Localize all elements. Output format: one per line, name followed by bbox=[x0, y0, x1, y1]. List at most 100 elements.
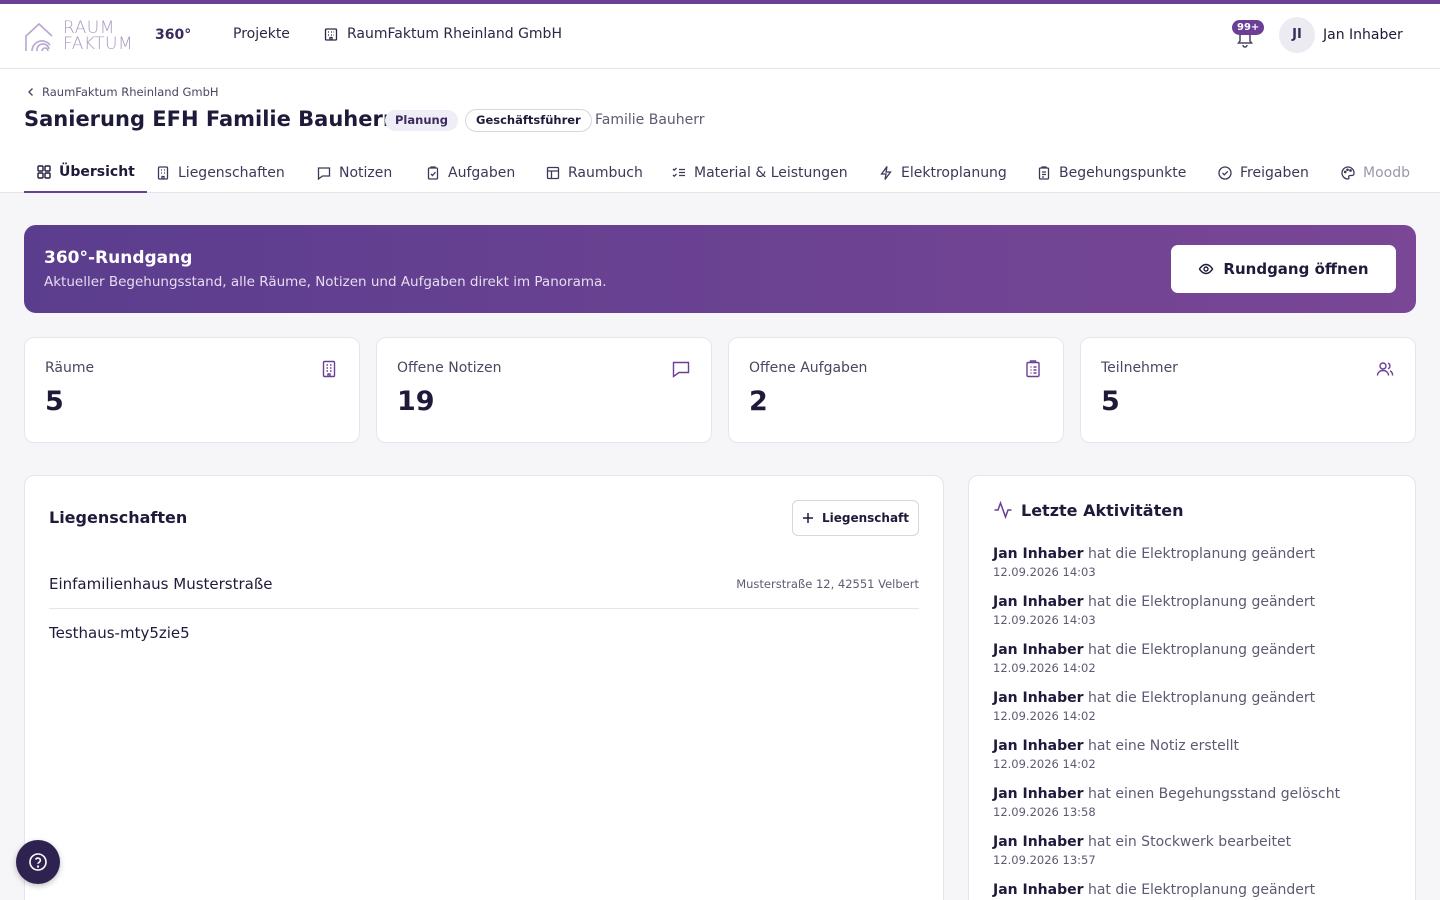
building-icon bbox=[324, 28, 338, 41]
stat-card-notizen: Offene Notizen 19 bbox=[376, 337, 712, 443]
project-tabs: Übersicht Liegenschaften Notizen Aufgabe… bbox=[24, 153, 1416, 193]
users-icon bbox=[1376, 362, 1394, 376]
activity-time: 12.09.2026 14:02 bbox=[993, 661, 1096, 675]
activity-action: hat die Elektroplanung geändert bbox=[1087, 882, 1316, 898]
tab-raumbuch[interactable]: Raumbuch bbox=[533, 153, 643, 193]
activity-item: Jan Inhaber hat ein Stockwerk bearbeitet… bbox=[993, 834, 1393, 867]
stat-card-aufgaben: Offene Aufgaben 2 bbox=[728, 337, 1064, 443]
activity-time: 12.09.2026 13:58 bbox=[993, 805, 1096, 819]
company-name: RaumFaktum Rheinland GmbH bbox=[347, 26, 562, 42]
tab-label: Begehungspunkte bbox=[1059, 165, 1187, 181]
activity-item: Jan Inhaber hat die Elektroplanung geänd… bbox=[993, 546, 1393, 579]
app-header: RAUM FAKTUM 360° Projekte RaumFaktum Rhe… bbox=[0, 4, 1440, 69]
tab-begehungspunkte[interactable]: Begehungspunkte bbox=[1024, 153, 1186, 193]
stat-value: 19 bbox=[397, 386, 435, 417]
activity-item: Jan Inhaber hat die Elektroplanung geänd… bbox=[993, 690, 1393, 723]
activity-item: Jan Inhaber hat einen Begehungsstand gel… bbox=[993, 786, 1393, 819]
properties-card: Liegenschaften Liegenschaft Einfamilienh… bbox=[24, 475, 944, 900]
breadcrumb[interactable]: RaumFaktum Rheinland GmbH bbox=[26, 85, 219, 99]
stat-label: Räume bbox=[45, 360, 95, 376]
tab-label: Freigaben bbox=[1240, 165, 1309, 181]
tour-subtitle: Aktueller Begehungsstand, alle Räume, No… bbox=[44, 274, 607, 290]
page-title: Sanierung EFH Familie Bauherr bbox=[24, 107, 394, 131]
tab-uebersicht[interactable]: Übersicht bbox=[24, 153, 147, 193]
tab-freigaben[interactable]: Freigaben bbox=[1205, 153, 1309, 193]
property-name: Einfamilienhaus Musterstraße bbox=[49, 575, 273, 593]
logo-line-2: FAKTUM bbox=[63, 34, 134, 54]
clipboard-list-icon bbox=[1026, 360, 1040, 378]
activity-action: hat ein Stockwerk bearbeitet bbox=[1087, 834, 1292, 850]
help-button[interactable] bbox=[16, 840, 60, 884]
stat-label: Offene Notizen bbox=[397, 360, 502, 376]
tab-aufgaben[interactable]: Aufgaben bbox=[413, 153, 515, 193]
activity-user[interactable]: Jan Inhaber bbox=[993, 594, 1084, 610]
eye-icon bbox=[1199, 263, 1214, 275]
nav-projects-link[interactable]: Projekte bbox=[233, 26, 290, 42]
tab-moodboard[interactable]: Moodb bbox=[1328, 153, 1410, 193]
plus-icon bbox=[802, 513, 813, 523]
activity-user[interactable]: Jan Inhaber bbox=[993, 690, 1084, 706]
grid-icon bbox=[37, 165, 51, 179]
chevron-left-icon bbox=[28, 88, 33, 96]
raumfaktum-logo[interactable]: RAUM FAKTUM bbox=[24, 20, 140, 54]
stat-value: 2 bbox=[749, 386, 768, 417]
tab-label: Aufgaben bbox=[448, 165, 516, 181]
activities-title: Letzte Aktivitäten bbox=[1021, 500, 1184, 520]
stat-value: 5 bbox=[1101, 386, 1120, 417]
activity-user[interactable]: Jan Inhaber bbox=[993, 786, 1084, 802]
product-label: 360° bbox=[155, 27, 192, 43]
properties-title: Liegenschaften bbox=[49, 508, 188, 527]
activity-action: hat die Elektroplanung geändert bbox=[1087, 642, 1316, 658]
tab-label: Material & Leistungen bbox=[694, 165, 848, 181]
stat-value: 5 bbox=[45, 386, 64, 417]
open-tour-button[interactable]: Rundgang öffnen bbox=[1171, 245, 1396, 293]
activity-time: 12.09.2026 14:02 bbox=[993, 709, 1096, 723]
activity-user[interactable]: Jan Inhaber bbox=[993, 882, 1084, 898]
building-icon bbox=[157, 166, 169, 180]
company-switcher[interactable]: RaumFaktum Rheinland GmbH bbox=[323, 26, 562, 42]
activities-heading: Letzte Aktivitäten bbox=[993, 500, 1183, 520]
activity-user[interactable]: Jan Inhaber bbox=[993, 642, 1084, 658]
tab-elektroplanung[interactable]: Elektroplanung bbox=[866, 153, 1007, 193]
tab-label: Notizen bbox=[339, 165, 393, 181]
activity-action: hat die Elektroplanung geändert bbox=[1087, 546, 1316, 562]
activity-time: 12.09.2026 14:03 bbox=[993, 565, 1096, 579]
tab-label: Raumbuch bbox=[568, 165, 643, 181]
activity-action: hat die Elektroplanung geändert bbox=[1087, 690, 1316, 706]
client-name: Familie Bauherr bbox=[595, 112, 705, 128]
activity-action: hat die Elektroplanung geändert bbox=[1087, 594, 1316, 610]
activity-user[interactable]: Jan Inhaber bbox=[993, 834, 1084, 850]
tour-title: 360°-Rundgang bbox=[44, 248, 193, 268]
property-name: Testhaus-mty5zie5 bbox=[49, 624, 190, 642]
add-property-button[interactable]: Liegenschaft bbox=[792, 500, 919, 536]
table-icon bbox=[546, 166, 560, 180]
palette-icon bbox=[1341, 166, 1355, 180]
zap-icon bbox=[880, 166, 892, 180]
activity-item: Jan Inhaber hat die Elektroplanung geänd… bbox=[993, 642, 1393, 675]
property-row[interactable]: Testhaus-mty5zie5 bbox=[49, 609, 919, 658]
activity-icon bbox=[994, 500, 1012, 520]
user-menu[interactable]: Jan Inhaber bbox=[1323, 27, 1403, 43]
user-avatar[interactable]: JI bbox=[1279, 17, 1315, 53]
activity-user[interactable]: Jan Inhaber bbox=[993, 546, 1084, 562]
breadcrumb-label: RaumFaktum Rheinland GmbH bbox=[42, 85, 219, 99]
activity-item: Jan Inhaber hat eine Notiz erstellt 12.0… bbox=[993, 738, 1393, 771]
activity-action: hat einen Begehungsstand gelöscht bbox=[1087, 786, 1341, 802]
tab-material-leistungen[interactable]: Material & Leistungen bbox=[659, 153, 848, 193]
tab-label: Moodb bbox=[1363, 165, 1410, 181]
stat-card-teilnehmer: Teilnehmer 5 bbox=[1080, 337, 1416, 443]
property-row[interactable]: Einfamilienhaus Musterstraße Musterstraß… bbox=[49, 560, 919, 609]
activity-time: 12.09.2026 14:02 bbox=[993, 757, 1096, 771]
activity-time: 12.09.2026 14:03 bbox=[993, 613, 1096, 627]
logo-arcs-icon bbox=[25, 22, 53, 52]
tab-label: Elektroplanung bbox=[901, 165, 1007, 181]
tab-label: Liegenschaften bbox=[178, 165, 285, 181]
tab-label: Übersicht bbox=[59, 164, 135, 180]
tab-notizen[interactable]: Notizen bbox=[304, 153, 392, 193]
message-icon bbox=[672, 361, 690, 378]
tab-liegenschaften[interactable]: Liegenschaften bbox=[143, 153, 285, 193]
phase-badge: Planung bbox=[385, 110, 458, 131]
clipboard-check-icon bbox=[427, 166, 439, 180]
activity-user[interactable]: Jan Inhaber bbox=[993, 738, 1084, 754]
help-circle-icon bbox=[29, 853, 47, 871]
